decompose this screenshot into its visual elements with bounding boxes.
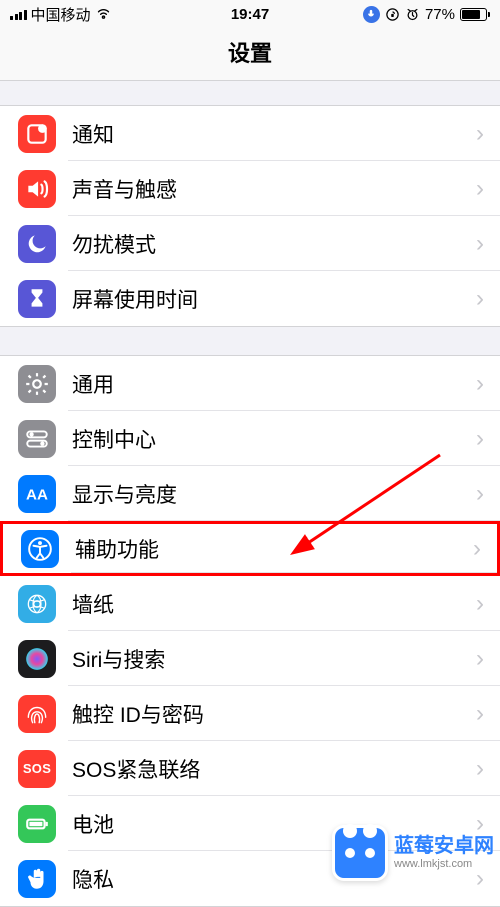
settings-row-accessibility[interactable]: 辅助功能› <box>0 521 500 576</box>
settings-row-touchid[interactable]: 触控 ID与密码› <box>0 686 500 741</box>
hourglass-icon <box>18 280 56 318</box>
rotation-lock-icon <box>385 7 400 22</box>
gear-icon <box>18 365 56 403</box>
settings-row-dnd[interactable]: 勿扰模式› <box>0 216 500 271</box>
chevron-right-icon: › <box>476 230 484 258</box>
settings-row-general[interactable]: 通用› <box>0 356 500 411</box>
mic-status-icon <box>363 6 380 23</box>
wallpaper-icon <box>18 585 56 623</box>
sound-icon <box>18 170 56 208</box>
chevron-right-icon: › <box>476 425 484 453</box>
row-label: 通知 <box>72 119 476 149</box>
wifi-icon <box>95 4 112 25</box>
row-label: 通用 <box>72 369 476 399</box>
row-label: 声音与触感 <box>72 174 476 204</box>
watermark-line1: 蓝莓安卓网 <box>394 835 494 858</box>
chevron-right-icon: › <box>476 755 484 783</box>
chevron-right-icon: › <box>476 590 484 618</box>
moon-icon <box>18 225 56 263</box>
brightness-icon: AA <box>18 475 56 513</box>
row-label: 控制中心 <box>72 424 476 454</box>
row-label: SOS紧急联络 <box>72 754 476 784</box>
chevron-right-icon: › <box>473 535 481 563</box>
settings-row-siri[interactable]: Siri与搜索› <box>0 631 500 686</box>
status-right: 77% <box>363 6 490 23</box>
siri-icon <box>18 640 56 678</box>
chevron-right-icon: › <box>476 700 484 728</box>
settings-row-notifications[interactable]: 通知› <box>0 106 500 161</box>
svg-text:AA: AA <box>26 486 48 503</box>
switches-icon <box>18 420 56 458</box>
settings-group: 通知›声音与触感›勿扰模式›屏幕使用时间› <box>0 105 500 327</box>
row-label: Siri与搜索 <box>72 644 476 674</box>
status-time: 19:47 <box>231 6 269 23</box>
battery-pct-label: 77% <box>425 6 455 23</box>
watermark-text: 蓝莓安卓网 www.lmkjst.com <box>394 835 494 871</box>
settings-row-sounds[interactable]: 声音与触感› <box>0 161 500 216</box>
watermark-logo <box>332 825 388 881</box>
watermark: 蓝莓安卓网 www.lmkjst.com <box>332 825 494 881</box>
carrier-label: 中国移动 <box>31 4 91 25</box>
settings-row-screentime[interactable]: 屏幕使用时间› <box>0 271 500 326</box>
chevron-right-icon: › <box>476 175 484 203</box>
settings-row-display[interactable]: AA 显示与亮度› <box>0 466 500 521</box>
row-label: 触控 ID与密码 <box>72 699 476 729</box>
settings-row-controlcenter[interactable]: 控制中心› <box>0 411 500 466</box>
chevron-right-icon: › <box>476 645 484 673</box>
battery-icon <box>460 8 490 21</box>
row-label: 显示与亮度 <box>72 479 476 509</box>
row-label: 勿扰模式 <box>72 229 476 259</box>
chevron-right-icon: › <box>476 370 484 398</box>
sos-icon: SOS <box>18 750 56 788</box>
signal-icon <box>10 8 27 20</box>
chevron-right-icon: › <box>476 120 484 148</box>
chevron-right-icon: › <box>476 285 484 313</box>
notifications-icon <box>18 115 56 153</box>
battery-icon <box>18 805 56 843</box>
chevron-right-icon: › <box>476 480 484 508</box>
status-bar: 中国移动 19:47 77% <box>0 0 500 28</box>
status-left: 中国移动 <box>10 4 112 25</box>
settings-list: 通知›声音与触感›勿扰模式›屏幕使用时间›通用›控制中心›AA显示与亮度›辅助功… <box>0 105 500 907</box>
settings-row-wallpaper[interactable]: 墙纸› <box>0 576 500 631</box>
accessibility-icon <box>21 530 59 568</box>
watermark-line2: www.lmkjst.com <box>394 858 472 871</box>
alarm-icon <box>405 7 420 22</box>
page-title: 设置 <box>0 36 500 68</box>
row-label: 屏幕使用时间 <box>72 284 476 314</box>
settings-row-sos[interactable]: SOS SOS紧急联络› <box>0 741 500 796</box>
hand-icon <box>18 860 56 898</box>
fingerprint-icon <box>18 695 56 733</box>
page-header: 设置 <box>0 28 500 81</box>
row-label: 墙纸 <box>72 589 476 619</box>
row-label: 辅助功能 <box>75 534 473 564</box>
